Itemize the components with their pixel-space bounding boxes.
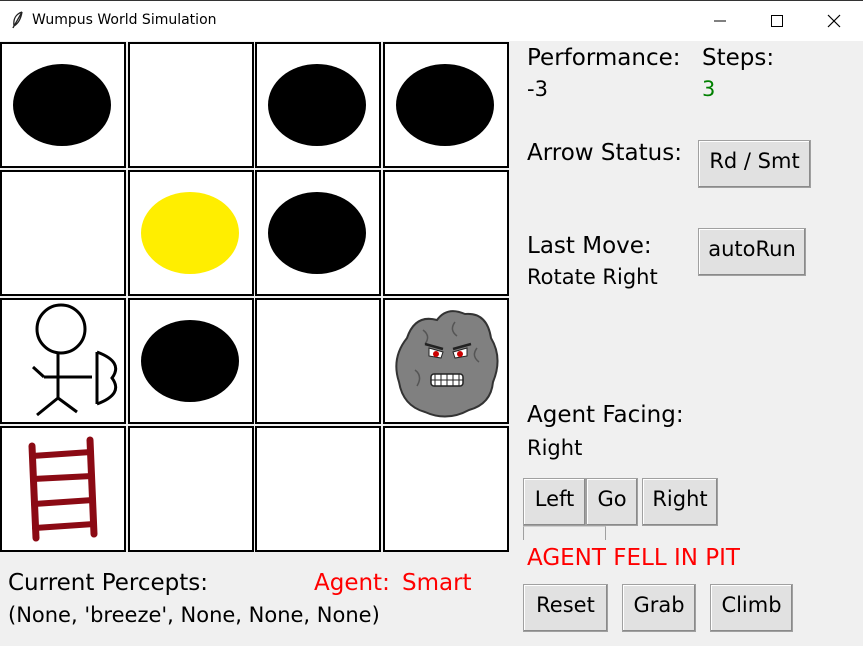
grid-cell-agent xyxy=(0,298,126,424)
grid-cell-pit xyxy=(255,170,381,296)
grid-cell-empty xyxy=(0,170,126,296)
status-message: AGENT FELL IN PIT xyxy=(527,545,740,571)
title-bar: Wumpus World Simulation xyxy=(0,0,863,41)
grid-cell-pit xyxy=(383,42,509,168)
grid-cell-ladder xyxy=(0,426,126,552)
wumpus-monster-icon xyxy=(395,310,499,418)
performance-value: -3 xyxy=(527,77,548,101)
climb-button[interactable]: Climb xyxy=(710,584,793,632)
grid-cell-empty xyxy=(383,426,509,552)
minimize-button[interactable] xyxy=(693,1,749,41)
steps-label: Steps: xyxy=(702,45,775,71)
go-forward-button[interactable]: Go xyxy=(586,478,638,526)
gold-icon xyxy=(141,192,239,274)
agent-stick-figure-icon xyxy=(31,303,118,417)
last-move-label: Last Move: xyxy=(527,233,652,259)
grid-cell-empty xyxy=(255,298,381,424)
agent-type-value: Smart xyxy=(402,570,472,596)
grid-cell-pit xyxy=(0,42,126,168)
autorun-button[interactable]: autoRun xyxy=(698,228,806,276)
window-title: Wumpus World Simulation xyxy=(32,12,217,28)
grid-cell-pit xyxy=(128,298,254,424)
close-icon xyxy=(827,14,841,28)
pit-icon xyxy=(268,64,366,146)
pit-icon xyxy=(396,64,494,146)
grid-cell-gold xyxy=(128,170,254,296)
arrow-status-label: Arrow Status: xyxy=(527,140,682,166)
performance-label: Performance: xyxy=(527,45,681,71)
grid-cell-pit xyxy=(255,42,381,168)
grid-cell-wumpus xyxy=(383,298,509,424)
last-move-value: Rotate Right xyxy=(527,265,658,289)
pit-icon xyxy=(268,192,366,274)
percepts-value: (None, 'breeze', None, None, None) xyxy=(8,603,380,627)
pit-icon xyxy=(141,320,239,402)
agent-type-label: Agent: xyxy=(314,570,390,596)
minimize-icon xyxy=(714,20,726,22)
agent-facing-label: Agent Facing: xyxy=(527,402,684,428)
ladder-icon xyxy=(28,436,98,542)
steps-value: 3 xyxy=(702,77,716,101)
reset-button[interactable]: Reset xyxy=(523,584,608,632)
turn-right-button[interactable]: Right xyxy=(642,478,718,526)
close-button[interactable] xyxy=(807,1,863,41)
maximize-icon xyxy=(771,15,783,27)
grid-cell-empty xyxy=(128,426,254,552)
button-row-separator xyxy=(523,526,606,540)
maximize-button[interactable] xyxy=(750,1,806,41)
agent-facing-value: Right xyxy=(527,436,583,460)
feather-icon xyxy=(10,11,24,33)
arrow-status-button[interactable]: Rd / Smt xyxy=(698,140,811,188)
wumpus-grid xyxy=(0,40,512,552)
pit-icon xyxy=(13,64,111,146)
grid-cell-empty xyxy=(383,170,509,296)
percepts-label: Current Percepts: xyxy=(8,570,208,596)
grid-cell-empty xyxy=(128,42,254,168)
turn-left-button[interactable]: Left xyxy=(523,478,586,526)
grid-cell-empty xyxy=(255,426,381,552)
grab-button[interactable]: Grab xyxy=(622,584,696,632)
